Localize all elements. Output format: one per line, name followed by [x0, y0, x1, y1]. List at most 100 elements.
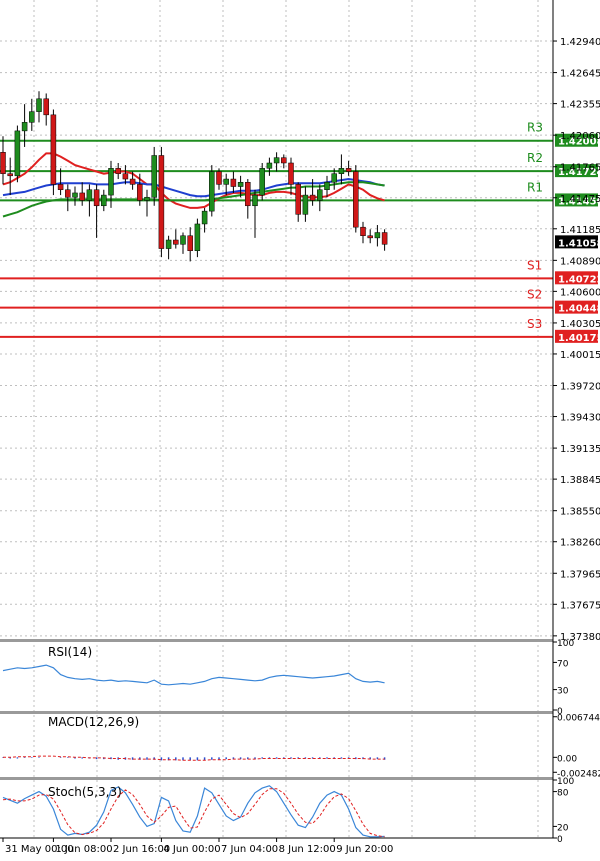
candle-body	[288, 162, 294, 185]
candle-body	[101, 194, 107, 207]
level-name-r1: R1	[527, 180, 543, 194]
rsi-tick-label: 30	[557, 687, 569, 697]
forex-chart: R31.42008R21.41724R11.41450S11.40722S21.…	[0, 0, 600, 861]
level-name-s2: S2	[527, 288, 542, 302]
candle-body	[108, 168, 114, 196]
candle-body	[230, 178, 237, 187]
candle-body	[216, 171, 222, 185]
candle-body	[302, 194, 309, 215]
candle-body	[194, 223, 201, 251]
candle-body	[345, 168, 352, 172]
stoch-tick-label: 0	[557, 835, 563, 845]
candle-body	[324, 181, 330, 190]
candle-body	[0, 152, 6, 174]
candle-body	[237, 181, 244, 187]
stoch-label: Stoch(5,3,3)	[48, 785, 122, 799]
candle-body	[317, 189, 323, 201]
candle-body	[43, 98, 49, 116]
candle-body	[295, 184, 301, 215]
level-price-label: 1.40175	[558, 333, 600, 344]
price-tick-label: 1.40015	[560, 350, 600, 361]
price-tick-label: 1.37675	[560, 600, 600, 611]
macd-tick-label: 0.006744	[557, 714, 600, 724]
macd-label: MACD(12,26,9)	[48, 715, 139, 729]
price-tick-label: 1.39430	[560, 413, 600, 424]
price-tick-label: 1.42645	[560, 69, 600, 80]
price-tick-label: 1.39720	[560, 382, 600, 393]
time-tick-label: 4 Jun 00:00	[163, 844, 220, 855]
price-tick-label: 1.42940	[560, 37, 600, 48]
chart-background	[0, 0, 600, 861]
time-tick-label: 7 Jun 04:00	[221, 844, 278, 855]
candle-body	[259, 168, 265, 196]
candle-body	[57, 184, 64, 190]
candle-body	[281, 157, 287, 164]
candle-body	[180, 235, 186, 245]
candle-body	[93, 189, 100, 207]
stoch-tick-label: 80	[557, 789, 569, 799]
candle-body	[50, 114, 57, 185]
price-tick-label: 1.38260	[560, 538, 600, 549]
candle-body	[266, 162, 273, 169]
price-tick-label: 1.40305	[560, 319, 600, 330]
candle-body	[14, 130, 21, 177]
candle-body	[245, 181, 251, 207]
rsi-label: RSI(14)	[48, 645, 92, 659]
level-name-s3: S3	[527, 317, 542, 331]
candle-body	[151, 155, 157, 198]
level-name-r3: R3	[527, 121, 543, 135]
candle-body	[158, 155, 165, 249]
price-tick-label: 1.41765	[560, 163, 600, 174]
level-price-label: 1.40722	[558, 274, 600, 285]
candle-body	[129, 178, 136, 185]
candle-body	[360, 226, 366, 236]
price-tick-label: 1.42060	[560, 131, 600, 142]
panel-separator	[0, 639, 553, 642]
price-tick-label: 1.37965	[560, 569, 600, 580]
candle-body	[122, 173, 129, 180]
candle-body	[374, 232, 381, 239]
price-tick-label: 1.38550	[560, 507, 600, 518]
candle-body	[381, 232, 388, 245]
price-tick-label: 1.40890	[560, 256, 600, 267]
candle-body	[137, 184, 143, 201]
price-tick-label: 1.42355	[560, 100, 600, 111]
candle-body	[331, 173, 337, 183]
time-tick-label: 9 Jun 20:00	[336, 844, 393, 855]
candle-body	[29, 111, 35, 123]
candle-body	[65, 189, 71, 198]
candle-body	[273, 157, 280, 164]
level-name-s1: S1	[527, 258, 542, 272]
candle-body	[72, 192, 78, 198]
candle-body	[165, 239, 172, 249]
candle-body	[187, 235, 193, 251]
price-tick-label: 1.38845	[560, 475, 600, 486]
candle-body	[7, 173, 13, 177]
candle-body	[309, 194, 316, 201]
candle-body	[209, 171, 215, 212]
level-name-r2: R2	[527, 151, 543, 165]
rsi-tick-label: 70	[557, 659, 569, 669]
candle-body	[252, 194, 258, 207]
stoch-tick-label: 20	[557, 823, 569, 833]
candle-body	[144, 196, 150, 201]
candle-body	[36, 98, 42, 112]
candle-body	[115, 168, 121, 174]
candle-body	[21, 122, 28, 132]
candle-body	[173, 239, 179, 245]
time-tick-label: 1 Jun 08:00	[55, 844, 112, 855]
price-tick-label: 1.41475	[560, 194, 600, 205]
price-tick-label: 1.39135	[560, 444, 600, 455]
stoch-tick-label: 100	[557, 777, 574, 787]
candle-body	[353, 171, 359, 228]
macd-tick-label: 0.00	[557, 754, 577, 764]
price-tick-label: 1.37380	[560, 632, 600, 643]
price-tick-label: 1.40600	[560, 287, 600, 298]
level-price-label: 1.40448	[558, 304, 600, 315]
time-tick-label: 8 Jun 12:00	[279, 844, 336, 855]
candle-body	[223, 178, 229, 185]
candle-body	[367, 235, 373, 239]
price-tick-label: 1.41185	[560, 225, 600, 236]
panel-separator	[0, 711, 553, 714]
panel-separator	[0, 777, 553, 780]
